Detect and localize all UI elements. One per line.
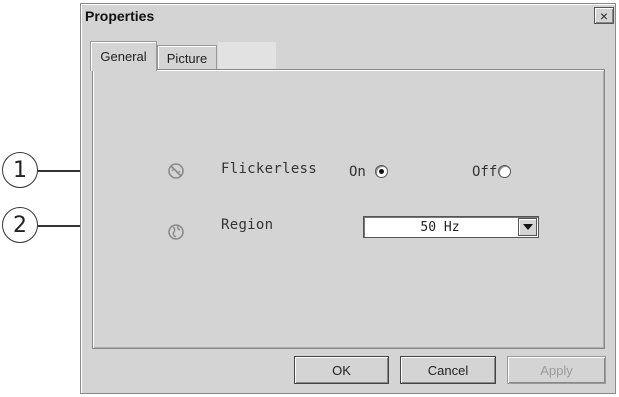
callout-1: 1 — [2, 152, 38, 188]
callout-2-label: 2 — [13, 212, 27, 238]
cancel-button-label: Cancel — [427, 362, 469, 378]
callout-2: 2 — [2, 207, 38, 243]
region-select-value: 50 Hz — [420, 219, 460, 235]
tab-general-label: General — [100, 49, 147, 64]
tab-picture-label: Picture — [166, 51, 208, 66]
cancel-button[interactable]: Cancel — [400, 356, 496, 384]
tab-strip-filler — [218, 42, 276, 71]
flickerless-icon — [168, 163, 184, 179]
region-globe-icon — [168, 224, 184, 240]
flickerless-on-radio[interactable] — [375, 165, 388, 178]
close-icon: × — [599, 7, 609, 24]
ok-button-label: OK — [332, 362, 351, 378]
callout-1-label: 1 — [13, 157, 27, 183]
chevron-down-icon[interactable] — [518, 218, 537, 236]
flickerless-off-radio[interactable] — [498, 165, 511, 178]
ok-button[interactable]: OK — [294, 356, 389, 384]
flickerless-on-label: On — [349, 164, 366, 180]
tab-general[interactable]: General — [90, 41, 157, 71]
flickerless-off-label: Off — [472, 164, 498, 180]
apply-button[interactable]: Apply — [507, 356, 606, 384]
close-button[interactable]: × — [594, 7, 614, 24]
properties-dialog: Properties × General Picture Flickerless… — [80, 3, 616, 394]
general-panel: Flickerless On Off Region 50 Hz — [92, 69, 605, 349]
flickerless-label: Flickerless — [221, 161, 318, 177]
title-bar[interactable]: Properties — [83, 6, 613, 26]
region-label: Region — [221, 217, 274, 233]
apply-button-label: Apply — [540, 362, 573, 378]
dialog-title: Properties — [85, 8, 155, 24]
region-select[interactable]: 50 Hz — [363, 216, 539, 238]
tab-picture[interactable]: Picture — [157, 45, 217, 71]
